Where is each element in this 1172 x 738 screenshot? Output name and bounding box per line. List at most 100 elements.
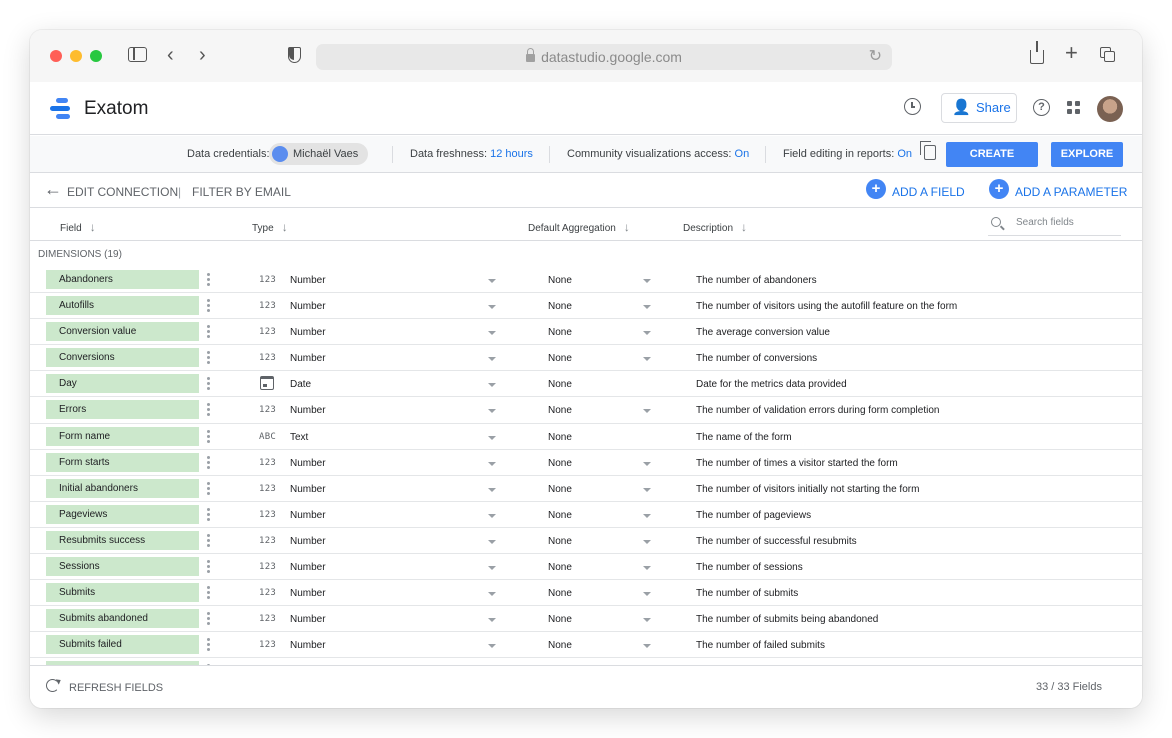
aggregation-select[interactable]: None [548, 432, 572, 443]
field-description[interactable]: Date for the metrics data provided [696, 379, 847, 390]
aggregation-dropdown-caret-icon[interactable] [643, 618, 651, 623]
field-row[interactable]: Submits abandoned 123 Number None The number… [30, 606, 1142, 633]
zoom-window-button[interactable] [90, 50, 102, 62]
filter-by-email-link[interactable]: FILTER BY EMAIL [192, 185, 291, 199]
aggregation-dropdown-caret-icon[interactable] [643, 461, 651, 466]
field-description[interactable]: The number of pageviews [696, 510, 811, 521]
aggregation-dropdown-caret-icon[interactable] [643, 539, 651, 544]
aggregation-select[interactable]: None [548, 353, 572, 364]
aggregation-dropdown-caret-icon[interactable] [643, 357, 651, 362]
share-page-icon[interactable] [1030, 41, 1044, 64]
field-description[interactable]: The number of sessions [696, 562, 803, 573]
sidebar-toggle-icon[interactable] [128, 47, 147, 62]
refresh-fields-button[interactable]: REFRESH FIELDS [69, 682, 163, 694]
community-viz-value[interactable]: On [735, 148, 750, 160]
field-name-chip[interactable]: Abandoners [46, 270, 199, 289]
field-description[interactable]: The number of visitors using the autofil… [696, 301, 957, 312]
field-type-select[interactable]: Text [290, 432, 308, 443]
minimize-window-button[interactable] [70, 50, 82, 62]
copy-icon[interactable] [920, 141, 936, 160]
field-column-header[interactable]: Field ↓ [60, 220, 96, 234]
refresh-icon[interactable] [46, 679, 59, 692]
field-type-select[interactable]: Number [290, 458, 326, 469]
more-options-icon[interactable] [207, 507, 210, 522]
field-type-select[interactable]: Number [290, 301, 326, 312]
aggregation-select[interactable]: None [548, 327, 572, 338]
more-options-icon[interactable] [207, 429, 210, 444]
more-options-icon[interactable] [207, 612, 210, 626]
field-type-select[interactable]: Number [290, 510, 326, 521]
type-dropdown-caret-icon[interactable] [488, 618, 496, 623]
field-row[interactable]: Submits failed 123 Number None The number of… [30, 632, 1142, 659]
more-options-icon[interactable] [207, 455, 210, 470]
field-type-select[interactable]: Number [290, 353, 326, 364]
field-row[interactable]: Conversion value 123 Number None The average… [30, 319, 1142, 346]
more-options-icon[interactable] [207, 299, 210, 313]
help-icon[interactable]: ? [1033, 99, 1050, 116]
field-description[interactable]: The number of successful resubmits [696, 536, 857, 547]
field-row[interactable]: Initial abandoners 123 Number None The numbe… [30, 476, 1142, 502]
field-name-chip[interactable]: Conversions [46, 348, 199, 368]
field-name-chip[interactable]: Form starts [46, 452, 199, 472]
field-name-chip[interactable]: Initial abandoners [46, 478, 199, 498]
aggregation-select[interactable]: None [548, 301, 572, 312]
aggregation-select[interactable]: None [548, 275, 572, 286]
field-type-select[interactable]: Number [290, 640, 326, 651]
field-description[interactable]: The number of submits [696, 588, 798, 599]
field-description[interactable]: The number of submits being abandoned [696, 614, 878, 625]
aggregation-select[interactable]: None [548, 640, 572, 651]
field-name-chip[interactable]: Submits abandoned [46, 609, 199, 629]
type-dropdown-caret-icon[interactable] [488, 644, 496, 649]
field-name-chip[interactable]: Submits failed [46, 635, 199, 655]
more-options-icon[interactable] [207, 481, 210, 496]
field-name-chip[interactable]: Conversion value [46, 322, 199, 342]
more-options-icon[interactable] [207, 351, 210, 365]
type-dropdown-caret-icon[interactable] [488, 305, 496, 310]
field-row[interactable]: Sessions 123 Number None The number of sessi… [30, 554, 1142, 581]
field-description[interactable]: The average conversion value [696, 327, 830, 338]
type-dropdown-caret-icon[interactable] [488, 409, 496, 414]
field-editing-value[interactable]: On [897, 148, 912, 160]
edit-connection-link[interactable]: EDIT CONNECTION [67, 185, 178, 199]
more-options-icon[interactable] [207, 325, 210, 339]
aggregation-column-header[interactable]: Default Aggregation ↓ [528, 220, 630, 234]
field-description[interactable]: The number of visitors initially not sta… [696, 484, 919, 495]
field-name-chip[interactable]: Day [46, 374, 199, 394]
type-column-header[interactable]: Type ↓ [252, 220, 288, 234]
user-avatar[interactable] [1097, 96, 1123, 122]
field-description[interactable]: The number of validation errors during f… [696, 405, 939, 416]
field-row[interactable] [30, 658, 1142, 665]
more-options-icon[interactable] [207, 586, 210, 600]
type-dropdown-caret-icon[interactable] [488, 357, 496, 362]
data-source-title[interactable]: Exatom [84, 98, 148, 120]
aggregation-dropdown-caret-icon[interactable] [643, 409, 651, 414]
aggregation-select[interactable]: None [548, 536, 572, 547]
field-name-chip[interactable]: Pageviews [46, 504, 199, 524]
field-name-chip[interactable]: Submits [46, 583, 199, 603]
field-row[interactable]: Submits 123 Number None The number of submit… [30, 580, 1142, 607]
field-description[interactable]: The number of failed submits [696, 640, 825, 651]
create-report-button[interactable]: CREATE REPORT [946, 142, 1038, 185]
aggregation-select[interactable]: None [548, 484, 572, 495]
field-row[interactable]: Form name ABC Text None The name of the form [30, 424, 1142, 450]
field-type-select[interactable]: Number [290, 484, 326, 495]
field-row[interactable]: Resubmits success 123 Number None The number… [30, 528, 1142, 555]
back-icon[interactable]: ‹ [167, 45, 174, 65]
aggregation-dropdown-caret-icon[interactable] [643, 305, 651, 310]
more-options-icon[interactable] [207, 638, 210, 652]
type-dropdown-caret-icon[interactable] [488, 513, 496, 518]
field-row[interactable]: Abandoners 123 Number None The number of aba… [30, 267, 1142, 294]
field-type-select[interactable]: Number [290, 405, 326, 416]
aggregation-dropdown-caret-icon[interactable] [643, 487, 651, 492]
field-type-select[interactable]: Number [290, 562, 326, 573]
field-name-chip[interactable]: Resubmits success [46, 530, 199, 550]
field-row[interactable]: Day Date None Date for the metrics data pro… [30, 371, 1142, 398]
field-type-select[interactable]: Number [290, 614, 326, 625]
type-dropdown-caret-icon[interactable] [488, 435, 496, 440]
field-row[interactable]: Errors 123 Number None The number of validat… [30, 397, 1142, 424]
field-row[interactable]: Form starts 123 Number None The number of ti… [30, 450, 1142, 476]
type-dropdown-caret-icon[interactable] [488, 566, 496, 571]
field-type-select[interactable]: Number [290, 327, 326, 338]
aggregation-select[interactable]: None [548, 379, 572, 390]
field-type-select[interactable]: Number [290, 536, 326, 547]
